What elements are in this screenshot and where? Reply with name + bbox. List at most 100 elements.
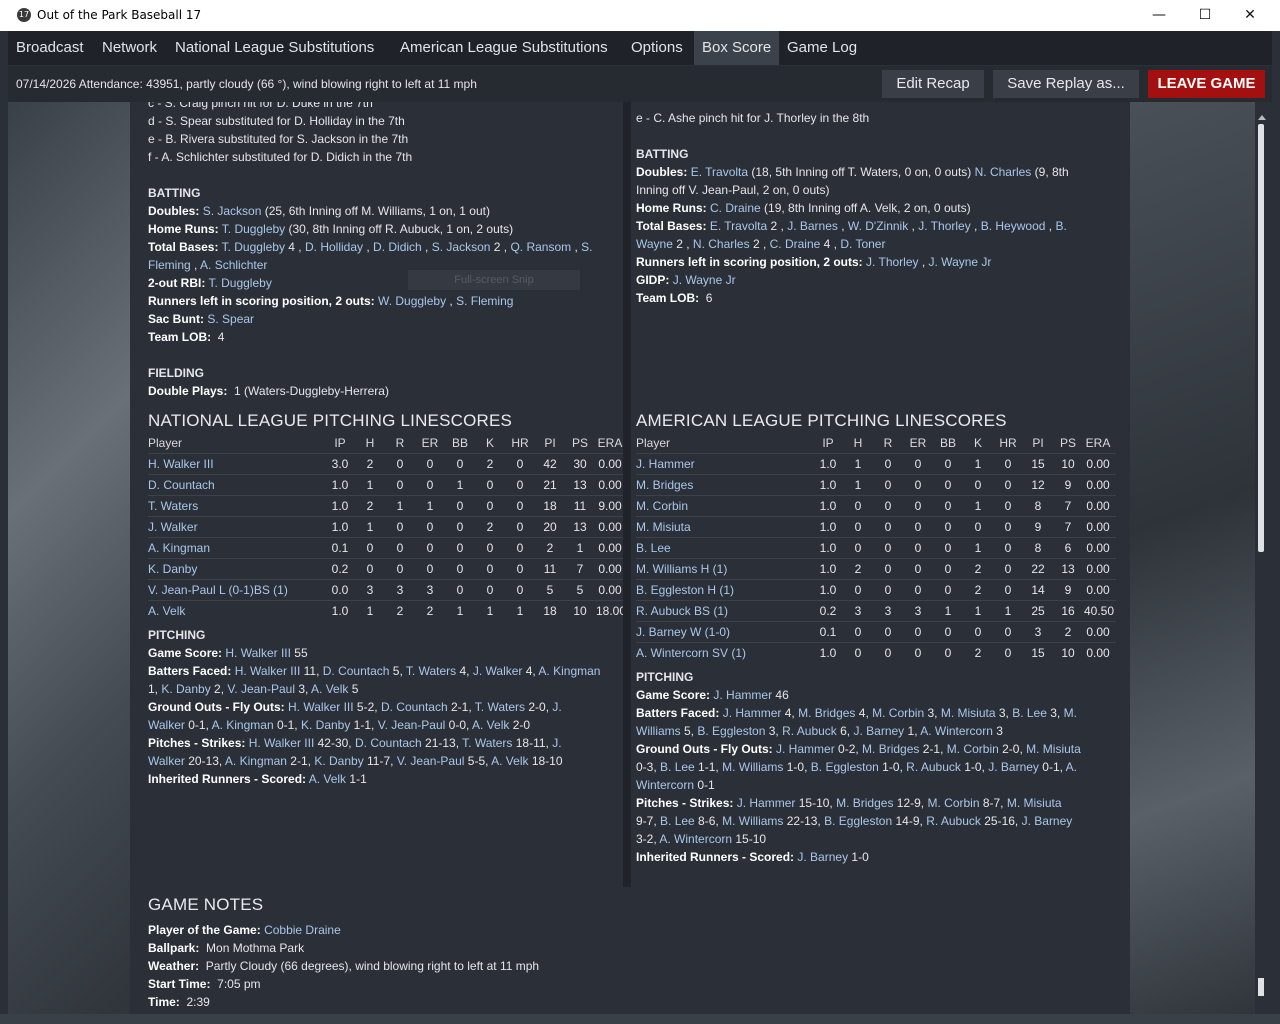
stat-cell: 0 [914,520,922,534]
al-col-ip[interactable]: IP [814,436,842,450]
stat-cell: 3 [426,583,434,597]
menu-al-substitutions[interactable]: American League Substitutions [392,31,616,65]
stat-cell: 0 [1004,562,1012,576]
nl-col-era[interactable]: ERA [596,436,624,450]
nl-col-hr[interactable]: HR [506,436,534,450]
menu-bar: Broadcast Network National League Substi… [8,31,1272,65]
scroll-up-icon[interactable] [1258,115,1266,120]
al-col-h[interactable]: H [844,436,872,450]
nl-col-bb[interactable]: BB [446,436,474,450]
al-total-bases: Total Bases: E. Travolta 2 , J. Barnes ,… [636,219,1067,233]
al-batters-faced-cont: Williams 5, B. Eggleston 3, R. Aubuck 6,… [636,724,1003,738]
al-col-era[interactable]: ERA [1084,436,1112,450]
stat-cell: 21 [543,478,557,492]
pitcher-name-link[interactable]: H. Walker III [148,457,214,471]
scrollbar-thumb[interactable] [1258,124,1264,552]
nl-col-er[interactable]: ER [416,436,444,450]
pitcher-name-link[interactable]: T. Waters [148,499,198,513]
stat-cell: 0.1 [331,541,349,555]
pitcher-name-link[interactable]: M. Corbin [636,499,688,513]
al-col-player[interactable]: Player [636,436,670,450]
stat-cell: 2 [486,457,494,471]
menu-box-score[interactable]: Box Score [694,31,780,65]
pitcher-name-link[interactable]: B. Lee [636,541,671,555]
nl-col-ps[interactable]: PS [566,436,594,450]
table-row: B. Lee 1.0 0 0 0 0 1 0 8 6 0.00 [636,537,1116,559]
save-replay-button[interactable]: Save Replay as... [993,70,1139,98]
stat-cell: 0 [486,499,494,513]
stat-cell: 0 [914,625,922,639]
pitcher-name-link[interactable]: M. Misiuta [636,520,691,534]
nl-col-player[interactable]: Player [148,436,182,450]
box-score-panel: c - S. Craig pinch hit for D. Duke in th… [130,102,1130,1012]
stat-cell: 9 [1064,583,1072,597]
scrollbar-thumb-lower[interactable] [1258,978,1264,996]
nl-ground-fly-cont: Walker 0-1, A. Kingman 0-1, K. Danby 1-1… [148,718,531,732]
menu-broadcast[interactable]: Broadcast [8,31,92,65]
table-row: A. Wintercorn SV (1) 1.0 0 0 0 0 2 0 15 10 0.00 [636,642,1116,664]
pitcher-name-link[interactable]: A. Wintercorn SV (1) [636,646,746,660]
menu-network[interactable]: Network [94,31,165,65]
stat-cell: 0 [516,499,524,513]
stat-cell: 0 [854,520,862,534]
nl-col-r[interactable]: R [386,436,414,450]
close-icon[interactable]: ✕ [1227,0,1273,31]
al-col-pi[interactable]: PI [1024,436,1052,450]
nl-sub-d: d - S. Spear substituted for D. Holliday… [148,114,405,128]
maximize-icon[interactable]: ☐ [1182,0,1228,31]
stat-cell: 1.0 [331,520,349,534]
stat-cell: 0 [486,541,494,555]
nl-col-k[interactable]: K [476,436,504,450]
pitcher-name-link[interactable]: M. Bridges [636,478,693,492]
pitcher-name-link[interactable]: A. Velk [148,604,185,618]
nl-col-h[interactable]: H [356,436,384,450]
stat-cell: 25 [1031,604,1045,618]
game-info-text: 07/14/2026 Attendance: 43951, partly clo… [16,77,477,91]
pitcher-name-link[interactable]: B. Eggleston H (1) [636,583,734,597]
nl-pitches-strikes-cont: Walker 20-13, A. Kingman 2-1, K. Danby 1… [148,754,563,768]
player-of-game-link[interactable]: Cobbie Draine [264,923,341,937]
stat-cell: 18.00 [596,604,627,618]
stat-cell: 0 [854,583,862,597]
stat-cell: 0 [974,520,982,534]
nl-col-pi[interactable]: PI [536,436,564,450]
stat-cell: 1 [366,478,374,492]
stat-cell: 1.0 [819,646,837,660]
pitcher-name-link[interactable]: A. Kingman [148,541,210,555]
stat-cell: 0 [944,499,952,513]
pitcher-name-link[interactable]: K. Danby [148,562,197,576]
stat-cell: 0.1 [819,625,837,639]
table-row: D. Countach 1.0 1 0 0 1 0 0 21 13 0.00 [148,474,628,496]
menu-nl-substitutions[interactable]: National League Substitutions [167,31,382,65]
stat-cell: 1 [486,604,494,618]
stat-cell: 3 [854,604,862,618]
nl-col-ip[interactable]: IP [326,436,354,450]
minimize-icon[interactable]: — [1136,0,1182,31]
pitcher-name-link[interactable]: J. Hammer [636,457,695,471]
al-col-ps[interactable]: PS [1054,436,1082,450]
stat-cell: 0 [1004,478,1012,492]
menu-game-log[interactable]: Game Log [779,31,865,65]
al-col-r[interactable]: R [874,436,902,450]
pitcher-name-link[interactable]: M. Williams H (1) [636,562,727,576]
stat-cell: 3.0 [331,457,349,471]
stat-cell: 30 [573,457,587,471]
leave-game-button[interactable]: LEAVE GAME [1148,70,1265,98]
nl-runners-left: Runners left in scoring position, 2 outs… [148,294,514,308]
al-col-er[interactable]: ER [904,436,932,450]
al-col-k[interactable]: K [964,436,992,450]
pitcher-name-link[interactable]: J. Walker [148,520,198,534]
al-batters-faced: Batters Faced: J. Hammer 4, M. Bridges 4… [636,706,1077,720]
al-col-bb[interactable]: BB [934,436,962,450]
edit-recap-button[interactable]: Edit Recap [882,70,984,98]
al-col-hr[interactable]: HR [994,436,1022,450]
nl-pitches-strikes: Pitches - Strikes: H. Walker III 42-30, … [148,736,562,750]
stat-cell: 0.00 [598,457,622,471]
pitcher-name-link[interactable]: R. Aubuck BS (1) [636,604,728,618]
pitcher-name-link[interactable]: D. Countach [148,478,215,492]
pitcher-name-link[interactable]: V. Jean-Paul L (0-1)BS (1) [148,583,288,597]
nl-batters-faced-cont: 1, K. Danby 2, V. Jean-Paul 3, A. Velk 5 [148,682,359,696]
pitcher-name-link[interactable]: J. Barney W (1-0) [636,625,730,639]
nl-doubles: Doubles: S. Jackson (25, 6th Inning off … [148,204,490,218]
menu-options[interactable]: Options [623,31,691,65]
